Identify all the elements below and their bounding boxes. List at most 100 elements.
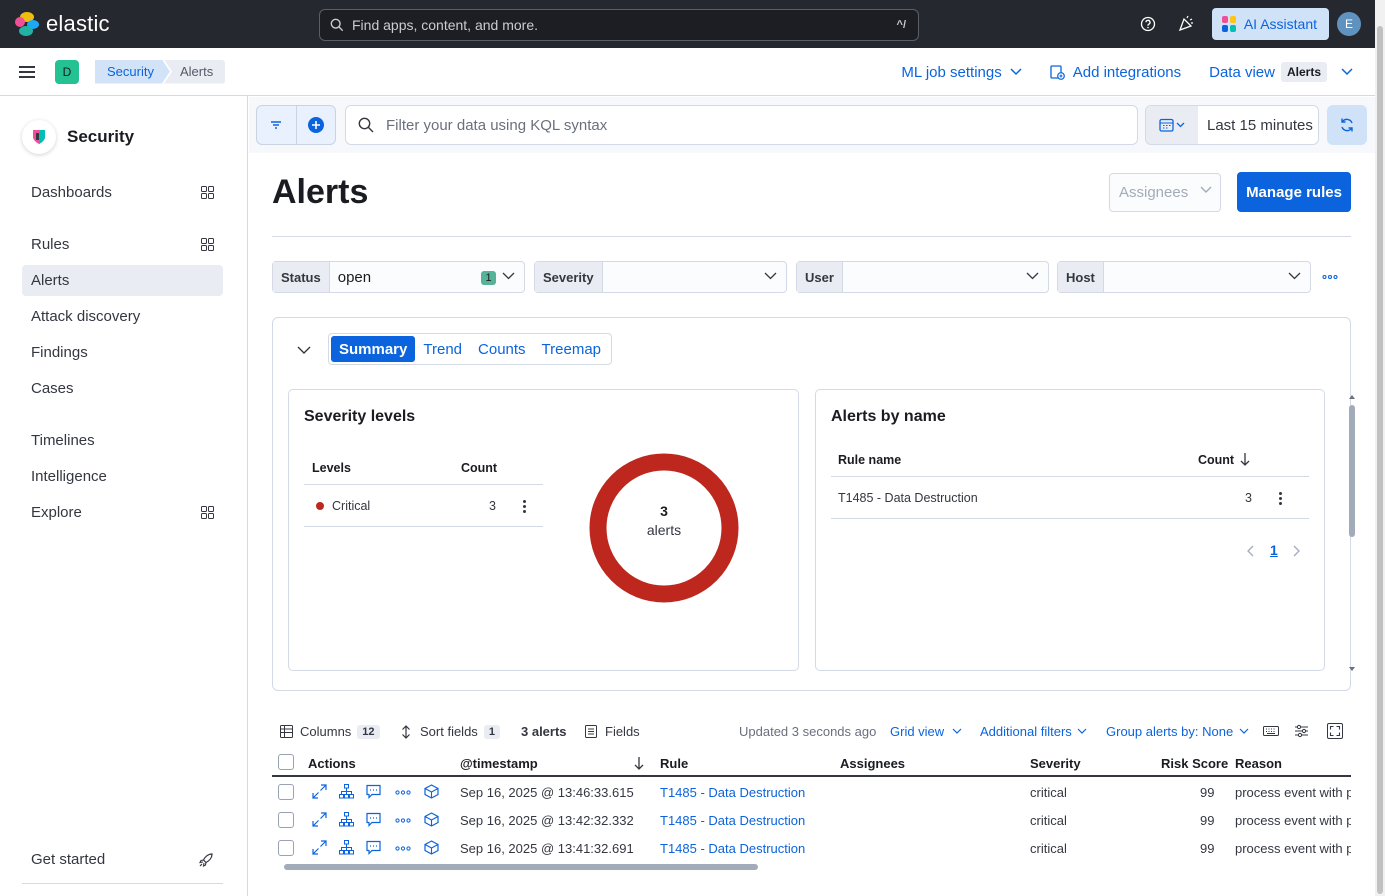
global-search-input[interactable]: Find apps, content, and more. ^/ — [319, 9, 919, 41]
manage-rules-button[interactable]: Manage rules — [1237, 172, 1351, 212]
expand-icon[interactable] — [312, 784, 327, 799]
chevron-down-icon — [1239, 728, 1249, 734]
keyboard-icon[interactable] — [1263, 725, 1279, 737]
sidebar-item-intelligence[interactable]: Intelligence — [22, 461, 223, 492]
session-view-icon[interactable] — [424, 812, 439, 827]
sidebar-item-explore[interactable]: Explore — [22, 497, 223, 528]
session-view-icon[interactable] — [424, 840, 439, 855]
more-actions-icon[interactable] — [395, 818, 411, 823]
row-actions-icon[interactable] — [1279, 490, 1283, 507]
apps-grid-icon[interactable] — [201, 238, 214, 251]
grid-view-label: Grid view — [890, 724, 945, 739]
session-view-icon[interactable] — [424, 784, 439, 799]
sort-descending-icon[interactable] — [634, 756, 644, 770]
refresh-button[interactable] — [1327, 105, 1367, 145]
row-checkbox[interactable] — [278, 784, 294, 800]
analyze-event-icon[interactable] — [339, 812, 354, 827]
column-header-assignees[interactable]: Assignees — [840, 756, 905, 771]
host-filter-label: Host — [1058, 262, 1104, 292]
menu-toggle-icon[interactable] — [19, 63, 35, 81]
chevron-right-icon — [1293, 545, 1300, 557]
add-note-icon[interactable] — [366, 784, 381, 799]
ml-job-settings-button[interactable]: ML job settings — [901, 64, 1022, 81]
fullscreen-icon[interactable] — [1327, 723, 1343, 739]
column-header-timestamp[interactable]: @timestamp — [460, 756, 538, 771]
news-feed-icon[interactable] — [1170, 8, 1202, 40]
row-checkbox[interactable] — [278, 812, 294, 828]
alert-timestamp: Sep 16, 2025 @ 13:41:32.691 — [460, 841, 634, 856]
row-actions-icon[interactable] — [523, 498, 527, 515]
expand-icon[interactable] — [312, 812, 327, 827]
host-filter[interactable]: Host — [1057, 261, 1311, 293]
group-alerts-label: Group alerts by: None — [1106, 724, 1234, 739]
status-filter[interactable]: Status open 1 — [272, 261, 525, 293]
sort-descending-icon[interactable] — [1240, 452, 1250, 467]
sidebar-item-alerts[interactable]: Alerts — [22, 265, 223, 296]
grid-horizontal-scrollbar[interactable] — [284, 864, 758, 870]
data-view-picker[interactable]: Data view Alerts — [1209, 62, 1353, 82]
alert-rule-link[interactable]: T1485 - Data Destruction — [660, 785, 805, 800]
sidebar-item-findings[interactable]: Findings — [22, 337, 223, 368]
column-header-severity[interactable]: Severity — [1030, 756, 1081, 771]
help-icon[interactable] — [1132, 8, 1164, 40]
search-placeholder: Find apps, content, and more. — [352, 17, 538, 33]
alert-risk-score: 99 — [1200, 841, 1215, 856]
pagination-page-1[interactable]: 1 — [1270, 542, 1278, 558]
group-alerts-button[interactable]: Group alerts by: None — [1106, 724, 1249, 739]
elastic-logo[interactable]: elastic — [15, 11, 110, 37]
sidebar-item-rules[interactable]: Rules — [22, 229, 223, 260]
assignees-filter-button[interactable]: Assignees — [1109, 173, 1221, 212]
alerts-count: 3 alerts — [521, 724, 567, 739]
alert-severity: critical — [1030, 785, 1067, 800]
sidebar-item-dashboards[interactable]: Dashboards — [22, 177, 223, 208]
alert-rule-link[interactable]: T1485 - Data Destruction — [660, 813, 805, 828]
analyze-event-icon[interactable] — [339, 784, 354, 799]
page-scrollbar[interactable] — [1375, 0, 1385, 896]
tab-summary[interactable]: Summary — [331, 336, 416, 362]
add-note-icon[interactable] — [366, 840, 381, 855]
grid-view-button[interactable]: Grid view — [890, 724, 962, 739]
breadcrumb-security[interactable]: Security — [95, 60, 170, 84]
alert-rule-link[interactable]: T1485 - Data Destruction — [660, 841, 805, 856]
columns-button[interactable]: Columns 12 — [280, 724, 380, 739]
user-filter[interactable]: User — [796, 261, 1049, 293]
sort-fields-button[interactable]: Sort fields 1 — [401, 724, 500, 739]
select-all-checkbox[interactable] — [278, 754, 294, 770]
ai-assistant-button[interactable]: AI Assistant — [1211, 8, 1329, 40]
severity-filter[interactable]: Severity — [534, 261, 787, 293]
apps-grid-icon[interactable] — [201, 506, 214, 519]
row-checkbox[interactable] — [278, 840, 294, 856]
kql-search-input[interactable]: Filter your data using KQL syntax — [345, 105, 1138, 145]
tab-counts[interactable]: Counts — [470, 336, 534, 362]
column-header-reason[interactable]: Reason — [1235, 756, 1282, 771]
calendar-icon[interactable] — [1146, 106, 1198, 144]
add-integrations-label: Add integrations — [1072, 63, 1182, 81]
column-header-risk-score[interactable]: Risk Score — [1161, 756, 1228, 771]
more-actions-icon[interactable] — [395, 846, 411, 851]
severity-levels-card: Severity levels Levels Count Critical 3 … — [288, 389, 799, 671]
user-avatar[interactable]: E — [1337, 12, 1361, 36]
space-avatar[interactable]: D — [55, 59, 79, 84]
more-options-icon[interactable] — [1322, 269, 1338, 285]
sidebar-item-timelines[interactable]: Timelines — [22, 425, 223, 456]
analyze-event-icon[interactable] — [339, 840, 354, 855]
more-actions-icon[interactable] — [395, 790, 411, 795]
integrations-icon — [1050, 64, 1065, 80]
tab-treemap[interactable]: Treemap — [534, 336, 609, 362]
column-header-rule[interactable]: Rule — [660, 756, 688, 771]
apps-grid-icon[interactable] — [201, 186, 214, 199]
sidebar-item-attack-discovery[interactable]: Attack discovery — [22, 301, 223, 332]
chevron-down-icon[interactable] — [297, 346, 311, 355]
add-note-icon[interactable] — [366, 812, 381, 827]
fields-button[interactable]: Fields — [585, 724, 640, 739]
date-picker[interactable]: Last 15 minutes — [1145, 105, 1319, 145]
add-integrations-link[interactable]: Add integrations — [1050, 64, 1181, 81]
tab-trend[interactable]: Trend — [415, 336, 470, 362]
expand-icon[interactable] — [312, 840, 327, 855]
display-settings-icon[interactable] — [1294, 724, 1309, 738]
add-filter-icon[interactable] — [295, 106, 335, 144]
sidebar-item-cases[interactable]: Cases — [22, 373, 223, 404]
filter-menu-icon[interactable] — [257, 106, 296, 144]
additional-filters-button[interactable]: Additional filters — [980, 724, 1087, 739]
panel-scrollbar[interactable] — [1348, 393, 1356, 671]
